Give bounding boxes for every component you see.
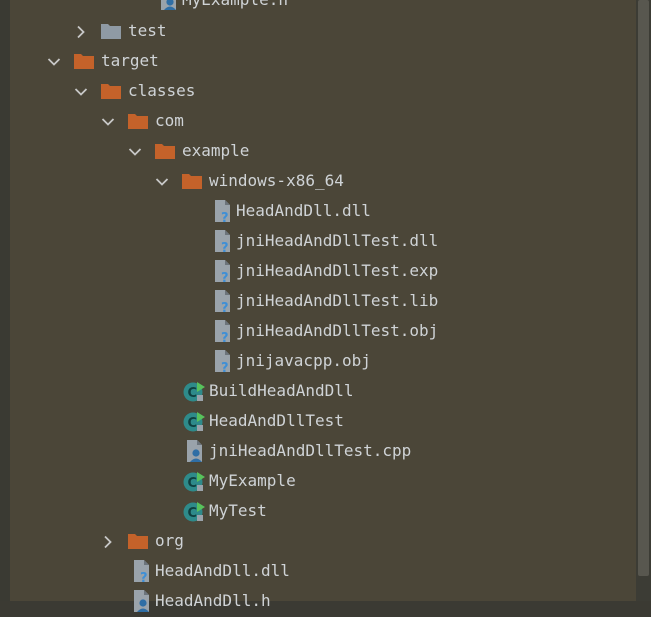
unknown-file-icon: ?	[212, 199, 234, 226]
chevron-down-icon[interactable]	[74, 84, 88, 98]
tree-row-label: jniHeadAndDllTest.lib	[236, 291, 439, 310]
tree-row-headanddll-h[interactable]: HeadAndDll.h	[0, 586, 636, 616]
tree-row-test[interactable]: test	[0, 16, 636, 46]
tree-row-classes[interactable]: classes	[0, 76, 636, 106]
chevron-down-icon[interactable]	[101, 114, 115, 128]
tree-row-example[interactable]: example	[0, 136, 636, 166]
svg-text:C: C	[188, 416, 198, 431]
tree-row-label: MyExample	[209, 471, 296, 490]
tree-row-windows-x86-64[interactable]: windows-x86_64	[0, 166, 636, 196]
tree-row-label: classes	[128, 81, 196, 100]
tree-row-label: BuildHeadAndDll	[209, 381, 354, 400]
chevron-down-icon[interactable]	[155, 174, 169, 188]
tree-row-label: MyTest	[209, 501, 267, 520]
unknown-file-icon: ?	[212, 259, 234, 286]
tree-row-label: MyExample.h	[182, 0, 288, 10]
unknown-file-icon: ?	[212, 229, 234, 256]
header-file-icon	[131, 589, 153, 613]
tree-row-label: jniHeadAndDllTest.exp	[236, 261, 439, 280]
unknown-file-icon: ?	[131, 559, 153, 586]
tree-row-label: test	[128, 21, 167, 40]
tree-row-label: HeadAndDll.h	[155, 591, 271, 610]
tree-row-jnijavacpp-obj[interactable]: ? jnijavacpp.obj	[0, 346, 636, 376]
folder-icon	[101, 23, 121, 39]
folder-icon	[182, 173, 202, 189]
svg-text:?: ?	[140, 571, 148, 583]
vertical-scrollbar[interactable]	[636, 0, 651, 601]
tree-row-myexample[interactable]: C MyExample	[0, 466, 636, 496]
chevron-down-icon[interactable]	[47, 54, 61, 68]
svg-text:?: ?	[221, 241, 229, 253]
tree-row-jniheadanddlltest-lib[interactable]: ? jniHeadAndDllTest.lib	[0, 286, 636, 316]
tree-row-label: windows-x86_64	[209, 171, 344, 190]
chevron-right-icon[interactable]	[101, 534, 115, 549]
tree-row-buildheadanddll[interactable]: C BuildHeadAndDll	[0, 376, 636, 406]
scrollbar-thumb[interactable]	[638, 0, 649, 576]
chevron-right-icon[interactable]	[74, 24, 88, 39]
folder-icon	[155, 143, 175, 159]
class-icon: C	[182, 469, 205, 493]
class-icon: C	[182, 499, 205, 523]
folder-icon	[128, 533, 148, 549]
svg-text:?: ?	[221, 301, 229, 313]
svg-text:?: ?	[221, 361, 229, 373]
tree-row-label: example	[182, 141, 250, 160]
tree-row-jniheadanddlltest-cpp[interactable]: jniHeadAndDllTest.cpp	[0, 436, 636, 466]
tree-row-headanddlltest[interactable]: C HeadAndDllTest	[0, 406, 636, 436]
unknown-file-icon: ?	[212, 349, 234, 376]
svg-text:?: ?	[221, 331, 229, 343]
tree-row-label: com	[155, 111, 184, 130]
tree-row-label: HeadAndDll.dll	[155, 561, 290, 580]
tree-row-mytest[interactable]: C MyTest	[0, 496, 636, 526]
chevron-down-icon[interactable]	[128, 144, 142, 158]
tree-row-jniheadanddlltest-dll[interactable]: ? jniHeadAndDllTest.dll	[0, 226, 636, 256]
folder-icon	[74, 53, 94, 69]
tree-row-label: HeadAndDllTest	[209, 411, 344, 430]
header-file-icon	[158, 0, 180, 12]
class-icon: C	[182, 409, 205, 433]
tree-row-headanddll-dll[interactable]: ? HeadAndDll.dll	[0, 196, 636, 226]
svg-text:?: ?	[221, 211, 229, 223]
folder-icon	[101, 83, 121, 99]
tree-row-jniheadanddlltest-obj[interactable]: ? jniHeadAndDllTest.obj	[0, 316, 636, 346]
svg-text:C: C	[188, 386, 198, 401]
class-icon: C	[182, 379, 205, 403]
tree-row-label: HeadAndDll.dll	[236, 201, 371, 220]
tree-row-label: org	[155, 531, 184, 550]
tree-row-myexample-h[interactable]: MyExample.h	[0, 0, 636, 15]
tree-row-label: jnijavacpp.obj	[236, 351, 371, 370]
tree-row-label: jniHeadAndDllTest.cpp	[209, 441, 412, 460]
tree-row-headanddll-dll-2[interactable]: ? HeadAndDll.dll	[0, 556, 636, 586]
tree-row-label: jniHeadAndDllTest.obj	[236, 321, 439, 340]
tree-row-target[interactable]: target	[0, 46, 636, 76]
tree-row-jniheadanddlltest-exp[interactable]: ? jniHeadAndDllTest.exp	[0, 256, 636, 286]
svg-text:C: C	[188, 506, 198, 521]
tree-row-label: target	[101, 51, 159, 70]
cpp-file-icon	[184, 439, 206, 463]
svg-text:C: C	[188, 476, 198, 491]
tree-row-org[interactable]: org	[0, 526, 636, 556]
unknown-file-icon: ?	[212, 289, 234, 316]
unknown-file-icon: ?	[212, 319, 234, 346]
svg-text:?: ?	[221, 271, 229, 283]
tree-row-com[interactable]: com	[0, 106, 636, 136]
tree-row-label: jniHeadAndDllTest.dll	[236, 231, 439, 250]
folder-icon	[128, 113, 148, 129]
project-tree-panel: MyExample.h test target classes	[0, 0, 636, 612]
